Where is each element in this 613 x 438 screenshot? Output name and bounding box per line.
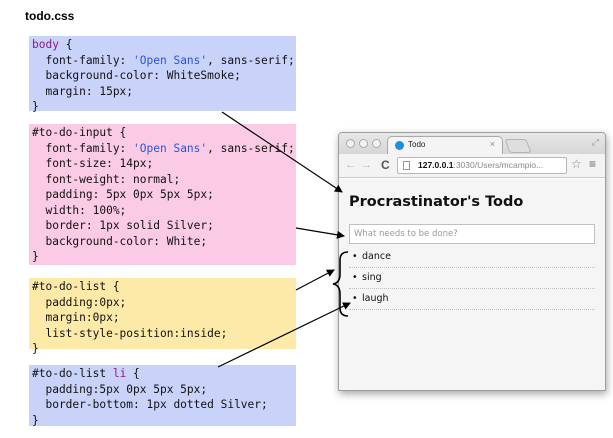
arrow-li-to-item: [217, 302, 351, 368]
arrow-body-to-page: [221, 111, 343, 193]
list-brace: [332, 251, 349, 317]
annotation-arrows: [217, 111, 351, 368]
arrow-list-to-bracket: [295, 269, 335, 291]
arrow-input-to-field: [295, 227, 345, 239]
